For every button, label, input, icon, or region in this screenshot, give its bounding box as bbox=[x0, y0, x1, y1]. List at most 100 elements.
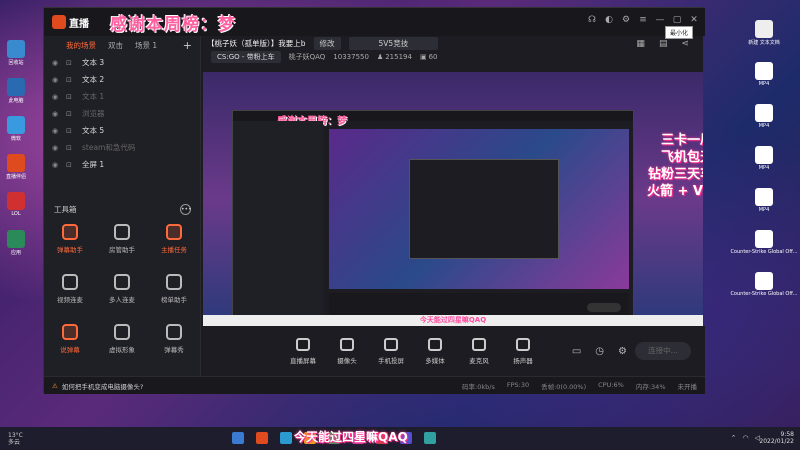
lock-icon[interactable]: ⊡ bbox=[66, 76, 76, 84]
settings-icon[interactable]: ⚙ bbox=[621, 15, 631, 25]
mode-tag[interactable]: 5V5竞技 bbox=[348, 36, 439, 50]
tool-label: 虚拟形象 bbox=[109, 346, 135, 354]
tool-label: 弹幕秀 bbox=[164, 346, 184, 354]
eye-icon[interactable]: ◉ bbox=[52, 76, 62, 84]
desktop-icon-label: MP4 bbox=[758, 123, 770, 129]
file-icon bbox=[755, 272, 773, 290]
bottom-extra-controls: ▭ ◷ ⚙ bbox=[572, 346, 627, 357]
tool-item[interactable]: 弹幕助手 bbox=[44, 224, 96, 264]
desktop-icon[interactable]: 直播伴侣 bbox=[4, 154, 28, 184]
bottom-control-bar: 直播屏幕 摄像头 手机投屏 多媒体 麦克风 扬声器 ▭ ◷ ⚙ 连接中... bbox=[201, 326, 705, 376]
desktop-icon[interactable]: 应用 bbox=[4, 230, 28, 260]
lock-icon[interactable]: ⊡ bbox=[66, 110, 76, 118]
desktop-icon-label: 新建 文本文档 bbox=[748, 40, 780, 46]
share-icon[interactable]: ⋖ bbox=[681, 39, 689, 49]
source-item[interactable]: ◉ ⊡ 文本 1 bbox=[44, 88, 200, 105]
tool-item[interactable]: 视频连麦 bbox=[44, 274, 96, 314]
title-bar: 直播 感谢本周榜：梦 ☊ ◐ ⚙ ≡ — ▢ ✕ 最小化 bbox=[44, 8, 705, 39]
bottom-button[interactable]: 多媒体 bbox=[413, 337, 457, 365]
eye-icon[interactable]: ◉ bbox=[52, 144, 62, 152]
theme-icon[interactable]: ◐ bbox=[604, 15, 614, 25]
app-logo: 直播 bbox=[52, 15, 108, 30]
close-button[interactable]: ✕ bbox=[689, 15, 699, 25]
desktop-icon[interactable]: Counter-Strike Global Off... bbox=[730, 230, 798, 260]
live-preview[interactable]: 感谢本周榜：梦 三卡一局飞机包天钻粉三天车火箭 + VX 今天能过四星嘛QAQ bbox=[203, 72, 703, 326]
tab-double-click[interactable]: 双击 bbox=[108, 40, 123, 51]
taskbar-app-icon[interactable] bbox=[280, 432, 292, 444]
layout-icon[interactable]: ▤ bbox=[659, 39, 668, 49]
headset-icon[interactable]: ☊ bbox=[587, 15, 597, 25]
tool-icon bbox=[62, 274, 78, 290]
desktop-icon[interactable]: 回收站 bbox=[4, 40, 28, 70]
tool-icon bbox=[166, 224, 182, 240]
eye-icon[interactable]: ◉ bbox=[52, 161, 62, 169]
banner-line: 三卡一局 bbox=[660, 133, 703, 148]
add-scene-button[interactable]: + bbox=[183, 39, 192, 52]
taskbar-app-icon[interactable] bbox=[256, 432, 268, 444]
taskbar-app-icon[interactable] bbox=[232, 432, 244, 444]
tool-item[interactable]: 虚拟形象 bbox=[96, 324, 148, 364]
timer-icon[interactable]: ◷ bbox=[595, 346, 604, 357]
maximize-button[interactable]: ▢ bbox=[672, 15, 682, 25]
weather-desc: 多云 bbox=[8, 438, 21, 446]
game-category[interactable]: CS:GO - 带粉上车 bbox=[211, 51, 281, 63]
tool-item[interactable]: 弹幕秀 bbox=[148, 324, 200, 364]
tab-scene-1[interactable]: 场景 1 bbox=[135, 40, 157, 51]
menu-icon[interactable]: ≡ bbox=[638, 15, 648, 25]
eye-icon[interactable]: ◉ bbox=[52, 59, 62, 67]
bottom-button-icon bbox=[340, 337, 354, 351]
weather-widget[interactable]: 13°C 多云 bbox=[8, 432, 23, 446]
lock-icon[interactable]: ⊡ bbox=[66, 93, 76, 101]
tab-my-scene[interactable]: 我的场景 bbox=[66, 40, 96, 51]
tool-item[interactable]: 多人连麦 bbox=[96, 274, 148, 314]
source-item[interactable]: ◉ ⊡ 文本 3 bbox=[44, 54, 200, 71]
source-item[interactable]: ◉ ⊡ 文本 5 bbox=[44, 122, 200, 139]
eye-icon[interactable]: ◉ bbox=[52, 110, 62, 118]
more-icon[interactable]: ••• bbox=[180, 203, 192, 215]
bottom-button-icon bbox=[428, 337, 442, 351]
taskbar-app-icon[interactable] bbox=[424, 432, 436, 444]
record-icon[interactable]: ▭ bbox=[572, 346, 581, 357]
grid-icon[interactable]: ▦ bbox=[636, 39, 645, 49]
eye-icon[interactable]: ◉ bbox=[52, 93, 62, 101]
bottom-button[interactable]: 麦克风 bbox=[457, 337, 501, 365]
eye-icon[interactable]: ◉ bbox=[52, 127, 62, 135]
desktop-icon[interactable]: 微软 bbox=[4, 116, 28, 146]
desktop-icon[interactable]: MP4 bbox=[752, 104, 776, 134]
bottom-button[interactable]: 扬声器 bbox=[501, 337, 545, 365]
desktop-icon[interactable]: 此电脑 bbox=[4, 78, 28, 108]
desktop-icon[interactable]: 新建 文本文档 bbox=[748, 20, 780, 50]
source-item[interactable]: ◉ ⊡ 浏览器 bbox=[44, 105, 200, 122]
gear-icon[interactable]: ⚙ bbox=[618, 346, 627, 357]
source-item[interactable]: ◉ ⊡ 文本 2 bbox=[44, 71, 200, 88]
desktop-icon[interactable]: MP4 bbox=[752, 62, 776, 92]
toolbox-title: 工具箱 bbox=[54, 204, 77, 214]
desktop-icon[interactable]: Counter-Strike Global Off... bbox=[730, 272, 798, 302]
bottom-button[interactable]: 手机投屏 bbox=[369, 337, 413, 365]
tool-icon bbox=[166, 324, 182, 340]
lock-icon[interactable]: ⊡ bbox=[66, 127, 76, 135]
desktop-icon-label: MP4 bbox=[758, 207, 770, 213]
chevron-up-icon[interactable]: ⌃ bbox=[731, 434, 737, 442]
bottom-button[interactable]: 直播屏幕 bbox=[281, 337, 325, 365]
go-live-button[interactable]: 连接中... bbox=[635, 342, 691, 360]
bottom-button[interactable]: 摄像头 bbox=[325, 337, 369, 365]
source-item[interactable]: ◉ ⊡ 全屏 1 bbox=[44, 156, 200, 173]
desktop-icon[interactable]: MP4 bbox=[752, 146, 776, 176]
source-item[interactable]: ◉ ⊡ steam和急代码 bbox=[44, 139, 200, 156]
tool-item[interactable]: 说弹幕 bbox=[44, 324, 96, 364]
tool-item[interactable]: 房管助手 bbox=[96, 224, 148, 264]
tool-item[interactable]: 榜单助手 bbox=[148, 274, 200, 314]
edit-title-button[interactable]: 修改 bbox=[313, 36, 341, 50]
tool-item[interactable]: 主播任务 bbox=[148, 224, 200, 264]
desktop-icon-label: Counter-Strike Global Off... bbox=[730, 249, 798, 255]
minimize-button[interactable]: — bbox=[655, 15, 665, 25]
help-link[interactable]: 如何把手机变成电脑摄像头? bbox=[62, 381, 143, 391]
wifi-icon[interactable]: ◠ bbox=[743, 434, 749, 442]
desktop-icon[interactable]: LOL bbox=[4, 192, 28, 222]
lock-icon[interactable]: ⊡ bbox=[66, 59, 76, 67]
desktop-icon[interactable]: MP4 bbox=[752, 188, 776, 218]
lock-icon[interactable]: ⊡ bbox=[66, 161, 76, 169]
taskbar-clock[interactable]: 9:58 2022/01/22 bbox=[759, 431, 794, 445]
lock-icon[interactable]: ⊡ bbox=[66, 144, 76, 152]
